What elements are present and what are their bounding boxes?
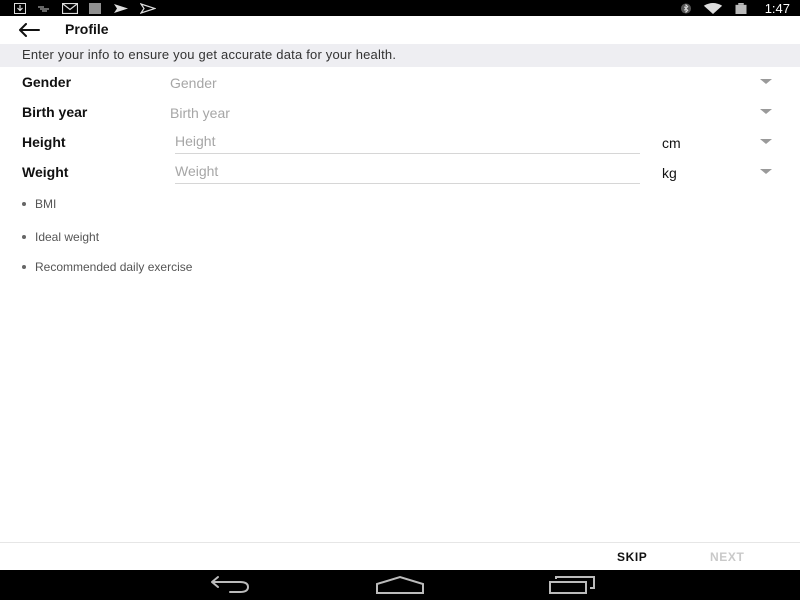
recents-nav-icon[interactable]: [548, 575, 596, 595]
weight-unit-value: kg: [662, 165, 677, 181]
back-button[interactable]: [16, 19, 42, 41]
next-button[interactable]: NEXT: [710, 550, 744, 564]
height-label: Height: [22, 134, 66, 150]
action-bar: SKIP NEXT: [0, 542, 800, 571]
send-outline-icon: [140, 2, 156, 14]
birth-year-select[interactable]: Birth year: [170, 97, 780, 127]
status-time: 1:47: [764, 0, 790, 16]
notification-icon: [38, 6, 49, 11]
arrow-back-icon: [19, 23, 40, 37]
weight-row: Weight kg: [0, 157, 800, 187]
birth-year-select-value: Birth year: [170, 105, 230, 121]
info-item-exercise: Recommended daily exercise: [35, 260, 193, 274]
bullet-icon: [22, 235, 26, 239]
info-banner-text: Enter your info to ensure you get accura…: [22, 47, 397, 62]
height-input[interactable]: [175, 129, 640, 154]
battery-icon: [735, 2, 747, 14]
back-nav-icon[interactable]: [206, 575, 252, 595]
bullet-icon: [22, 265, 26, 269]
height-unit-select[interactable]: cm: [662, 127, 780, 157]
status-left-icons: [14, 0, 167, 16]
gender-select[interactable]: Gender: [170, 67, 780, 97]
height-unit-value: cm: [662, 135, 681, 151]
birth-year-label: Birth year: [22, 104, 88, 120]
home-nav-icon[interactable]: [375, 575, 425, 595]
chevron-down-icon: [760, 169, 772, 174]
wifi-icon: [703, 2, 722, 14]
list-item: Recommended daily exercise: [22, 260, 192, 274]
gender-label: Gender: [22, 74, 72, 90]
gender-select-value: Gender: [170, 75, 217, 91]
app-bar: Profile: [0, 16, 800, 44]
gender-row: Gender Gender: [0, 67, 800, 97]
info-item-bmi: BMI: [35, 197, 57, 211]
birth-year-row: Birth year Birth year: [0, 97, 800, 127]
bullet-icon: [22, 202, 26, 206]
chevron-down-icon: [760, 79, 772, 84]
weight-label: Weight: [22, 164, 69, 180]
navigation-bar: [0, 570, 800, 600]
info-item-ideal-weight: Ideal weight: [35, 230, 100, 244]
weight-input[interactable]: [175, 159, 640, 184]
chevron-down-icon: [760, 139, 772, 144]
list-item: Ideal weight: [22, 230, 99, 244]
bluetooth-icon: [680, 2, 691, 14]
send-icon: [114, 3, 128, 13]
weight-unit-select[interactable]: kg: [662, 157, 780, 187]
page-title: Profile: [65, 21, 109, 37]
skip-button[interactable]: SKIP: [617, 550, 647, 564]
height-row: Height cm: [0, 127, 800, 157]
info-banner: Enter your info to ensure you get accura…: [0, 44, 800, 67]
status-right-icons: 1:47: [680, 0, 790, 16]
barcode-icon: [89, 2, 101, 14]
profile-screen: 1:47 Profile Enter your info to ensure y…: [0, 0, 800, 600]
status-bar: 1:47: [0, 0, 800, 16]
list-item: BMI: [22, 197, 56, 211]
chevron-down-icon: [760, 109, 772, 114]
gmail-icon: [62, 2, 78, 14]
download-icon: [14, 2, 26, 14]
